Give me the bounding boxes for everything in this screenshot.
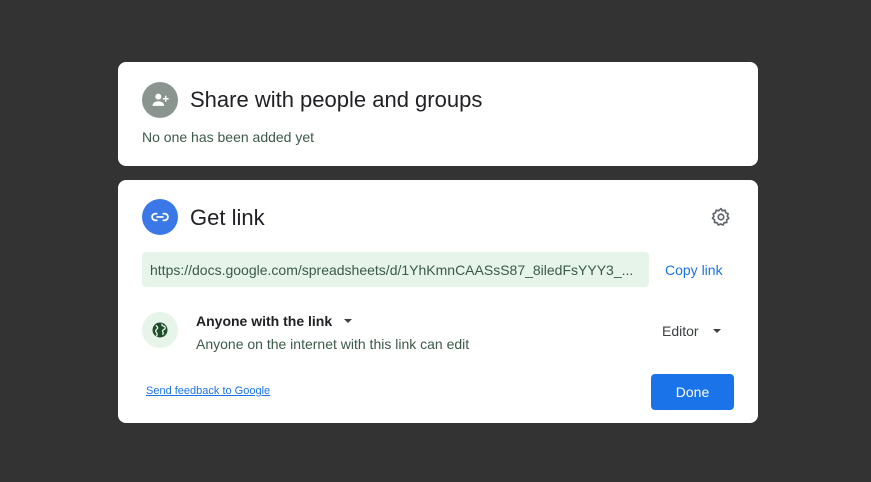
copy-link-button[interactable]: Copy link	[657, 252, 731, 287]
chevron-down-icon	[712, 329, 721, 333]
link-icon	[142, 199, 178, 235]
chevron-down-icon	[344, 319, 353, 323]
person-add-icon	[142, 82, 178, 118]
link-url-field[interactable]: https://docs.google.com/spreadsheets/d/1…	[142, 252, 649, 287]
share-title: Share with people and groups	[190, 87, 483, 112]
share-status-text: No one has been added yet	[142, 129, 315, 145]
gear-icon[interactable]	[710, 206, 732, 228]
send-feedback-link[interactable]: Send feedback to Google	[146, 385, 270, 397]
get-link-title: Get link	[190, 205, 265, 230]
role-dropdown[interactable]: Editor	[654, 320, 731, 342]
access-level-description: Anyone on the internet with this link ca…	[196, 336, 470, 352]
globe-icon	[142, 312, 178, 348]
role-selected-label: Editor	[662, 323, 699, 339]
get-link-card: Get link https://docs.google.com/spreads…	[118, 180, 758, 423]
access-level-label: Anyone with the link	[196, 313, 333, 329]
access-level-dropdown[interactable]: Anyone with the link	[196, 312, 353, 330]
link-url-text: https://docs.google.com/spreadsheets/d/1…	[150, 261, 634, 278]
share-people-card: Share with people and groups No one has …	[118, 62, 758, 166]
done-button[interactable]: Done	[651, 374, 734, 410]
